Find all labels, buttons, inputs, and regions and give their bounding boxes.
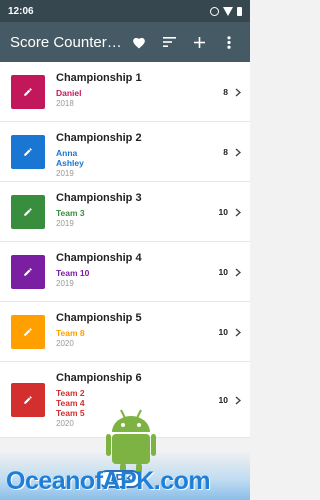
watermark-badge: APK	[98, 470, 142, 488]
chevron-right-icon[interactable]	[232, 146, 244, 158]
chevron-right-icon[interactable]	[232, 206, 244, 218]
championship-title: Championship 4	[56, 252, 142, 264]
app-bar: Score Counter…	[0, 22, 250, 62]
more-options-button[interactable]	[214, 27, 244, 57]
player-name: Daniel	[56, 88, 82, 98]
edit-icon	[24, 396, 32, 404]
heart-icon	[133, 37, 145, 49]
player-name: Team 4	[56, 398, 85, 408]
championship-list: Championship 1 Daniel 2018 8 Championship 2 A…	[0, 62, 250, 438]
championship-score: 10	[218, 267, 228, 277]
status-icons	[210, 6, 242, 16]
championship-year: 2020	[56, 419, 74, 428]
add-button[interactable]	[184, 27, 214, 57]
championship-row[interactable]: Championship 4 Team 10 2019 10	[0, 242, 250, 302]
championship-avatar[interactable]	[11, 315, 45, 349]
app-title: Score Counter…	[10, 33, 122, 51]
championship-score: 8	[223, 147, 228, 157]
championship-players: Daniel	[56, 88, 82, 98]
championship-players: Team 10	[56, 268, 89, 278]
sort-button[interactable]	[154, 27, 184, 57]
edit-icon	[24, 208, 32, 216]
more-vert-icon	[227, 35, 231, 49]
championship-score: 10	[218, 395, 228, 405]
championship-score: 10	[218, 327, 228, 337]
status-time: 12:06	[8, 5, 34, 17]
championship-score: 10	[218, 207, 228, 217]
championship-avatar[interactable]	[11, 383, 45, 417]
championship-title: Championship 2	[56, 132, 142, 144]
player-name: Team 2	[56, 388, 85, 398]
edit-icon	[24, 88, 32, 96]
player-name: Anna	[56, 148, 78, 158]
championship-title: Championship 1	[56, 72, 142, 84]
chevron-right-icon[interactable]	[232, 326, 244, 338]
championship-avatar[interactable]	[11, 255, 45, 289]
player-name: Team 8	[56, 328, 85, 338]
app-actions	[124, 27, 244, 57]
championship-row[interactable]: Championship 2 Anna Ashley 2019 8	[0, 122, 250, 182]
player-name: Team 3	[56, 208, 85, 218]
edit-icon	[24, 148, 32, 156]
championship-row[interactable]: Championship 5 Team 8 2020 10	[0, 302, 250, 362]
championship-players: Anna Ashley	[56, 148, 84, 168]
watermark-text: OceanofAPK.com	[6, 467, 211, 495]
add-icon	[193, 36, 205, 48]
championship-year: 2019	[56, 219, 74, 228]
championship-year: 2019	[56, 279, 74, 288]
favorites-button[interactable]	[124, 27, 154, 57]
championship-score: 8	[223, 87, 228, 97]
chevron-right-icon[interactable]	[232, 86, 244, 98]
championship-avatar[interactable]	[11, 75, 45, 109]
player-name: Team 10	[56, 268, 90, 278]
player-name: Team 5	[56, 408, 85, 418]
championship-players: Team 3	[56, 208, 85, 218]
championship-title: Championship 3	[56, 192, 142, 204]
championship-avatar[interactable]	[11, 135, 45, 169]
status-bar: 12:06	[0, 0, 250, 22]
watermark-wave	[0, 450, 250, 500]
edit-icon	[24, 268, 32, 276]
alarm-icon	[210, 6, 219, 16]
championship-title: Championship 6	[56, 372, 142, 384]
wifi-icon	[223, 6, 233, 16]
championship-row[interactable]: Championship 6 Team 2 Team 4 Team 5 2020 10	[0, 362, 250, 438]
championship-players: Team 2 Team 4 Team 5	[56, 388, 85, 418]
championship-row[interactable]: Championship 3 Team 3 2019 10	[0, 182, 250, 242]
chevron-right-icon[interactable]	[232, 394, 244, 406]
championship-avatar[interactable]	[11, 195, 45, 229]
battery-icon	[237, 6, 242, 16]
championship-year: 2019	[56, 169, 74, 178]
championship-year: 2020	[56, 339, 74, 348]
edit-icon	[24, 328, 32, 336]
championship-players: Team 8	[56, 328, 85, 338]
championship-title: Championship 5	[56, 312, 142, 324]
championship-row[interactable]: Championship 1 Daniel 2018 8	[0, 62, 250, 122]
sort-icon	[162, 37, 176, 47]
player-name: Ashley	[56, 158, 84, 168]
chevron-right-icon[interactable]	[232, 266, 244, 278]
championship-year: 2018	[56, 99, 74, 108]
